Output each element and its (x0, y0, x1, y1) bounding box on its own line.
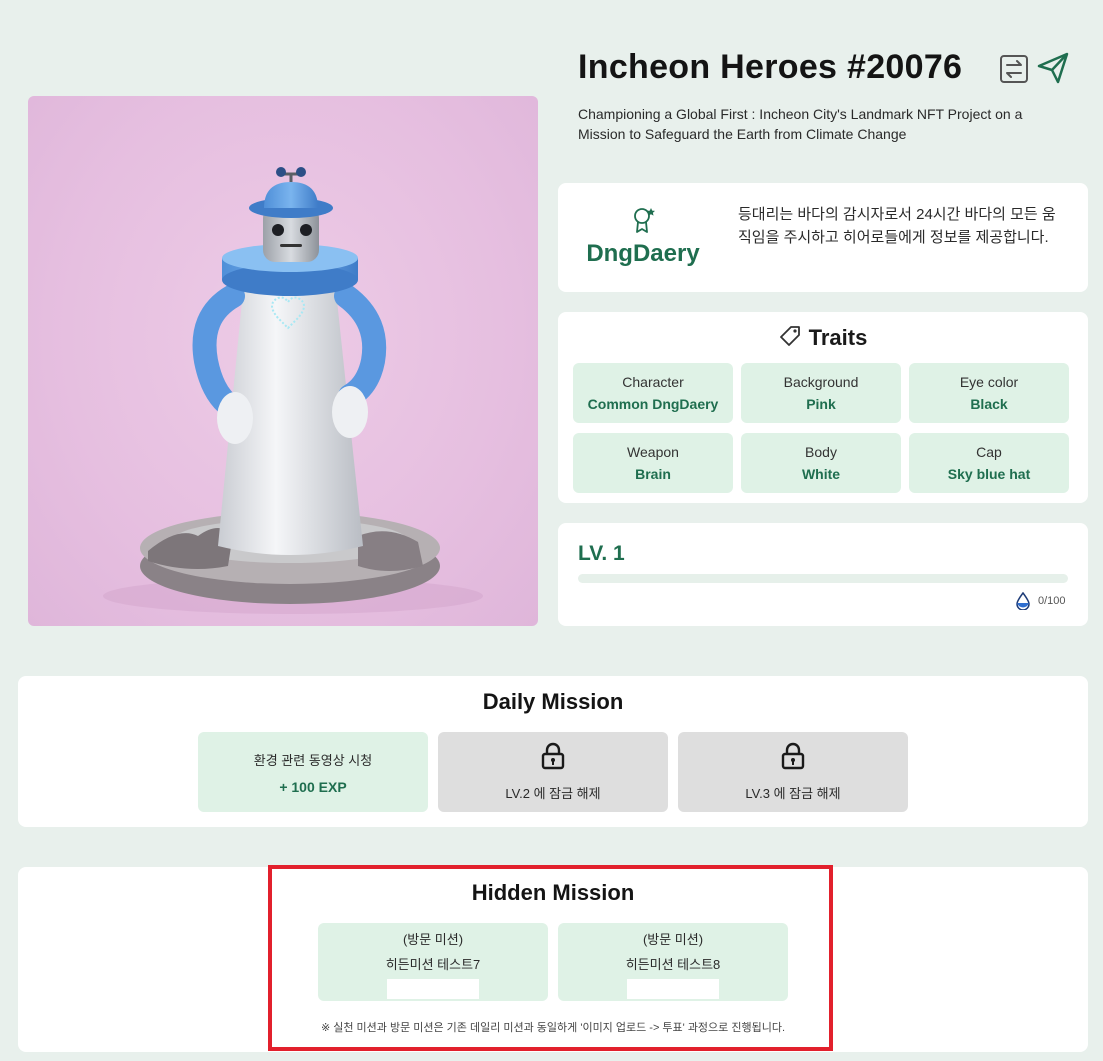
nft-artwork (28, 96, 538, 626)
trait-value: Sky blue hat (947, 466, 1031, 482)
lock-icon (780, 742, 806, 775)
trait-background: Background Pink (741, 363, 901, 423)
lighthouse-character-illustration (103, 167, 483, 614)
trait-key: Weapon (627, 444, 679, 460)
highlight-box (268, 865, 833, 1051)
send-icon[interactable] (1036, 50, 1070, 86)
trait-value: Pink (806, 396, 836, 412)
trait-value: White (801, 466, 841, 482)
page-title: Incheon Heroes #20076 (578, 48, 963, 86)
mission-label: LV.2 에 잠금 해제 (505, 786, 601, 801)
trait-key: Body (805, 444, 837, 460)
trait-body: Body White (741, 433, 901, 493)
level-exp-count: 0/100 (1038, 595, 1066, 607)
tag-icon (779, 325, 801, 351)
daily-mission-item[interactable]: 환경 관련 동영상 시청 + 100 EXP (198, 732, 428, 812)
mission-label: LV.3 에 잠금 해제 (745, 786, 841, 801)
trait-value: Black (970, 396, 1008, 412)
trait-character: Character Common DngDaery (573, 363, 733, 423)
trait-key: Background (783, 374, 859, 390)
trait-key: Character (622, 374, 684, 390)
mission-reward: + 100 EXP (279, 778, 347, 795)
transfer-icon[interactable] (998, 50, 1032, 86)
traits-header: Traits (558, 325, 1088, 351)
trait-key: Eye color (959, 374, 1019, 390)
mission-label: 환경 관련 동영상 시청 (253, 752, 373, 768)
daily-mission-locked: LV.2 에 잠금 해제 (438, 732, 668, 812)
trait-cap: Cap Sky blue hat (909, 433, 1069, 493)
water-drop-icon (1015, 591, 1031, 611)
trait-value: Common DngDaery (587, 396, 719, 412)
level-progress-bar (578, 574, 1068, 583)
character-description: 등대리는 바다의 감시자로서 24시간 바다의 모든 움직임을 주시하고 히어로… (738, 206, 1056, 246)
trait-weapon: Weapon Brain (573, 433, 733, 493)
lock-icon (540, 742, 566, 775)
level-label: LV. 1 (578, 542, 625, 565)
daily-mission-locked: LV.3 에 잠금 해제 (678, 732, 908, 812)
title-actions (998, 50, 1070, 86)
trait-eye-color: Eye color Black (909, 363, 1069, 423)
trait-key: Cap (976, 444, 1002, 460)
traits-title: Traits (808, 325, 868, 350)
character-name: DngDaery (586, 240, 700, 267)
trait-value: Brain (635, 466, 671, 482)
daily-mission-title: Daily Mission (482, 689, 624, 714)
page-subtitle: Championing a Global First : Incheon Cit… (578, 106, 1023, 142)
award-icon (632, 206, 656, 234)
